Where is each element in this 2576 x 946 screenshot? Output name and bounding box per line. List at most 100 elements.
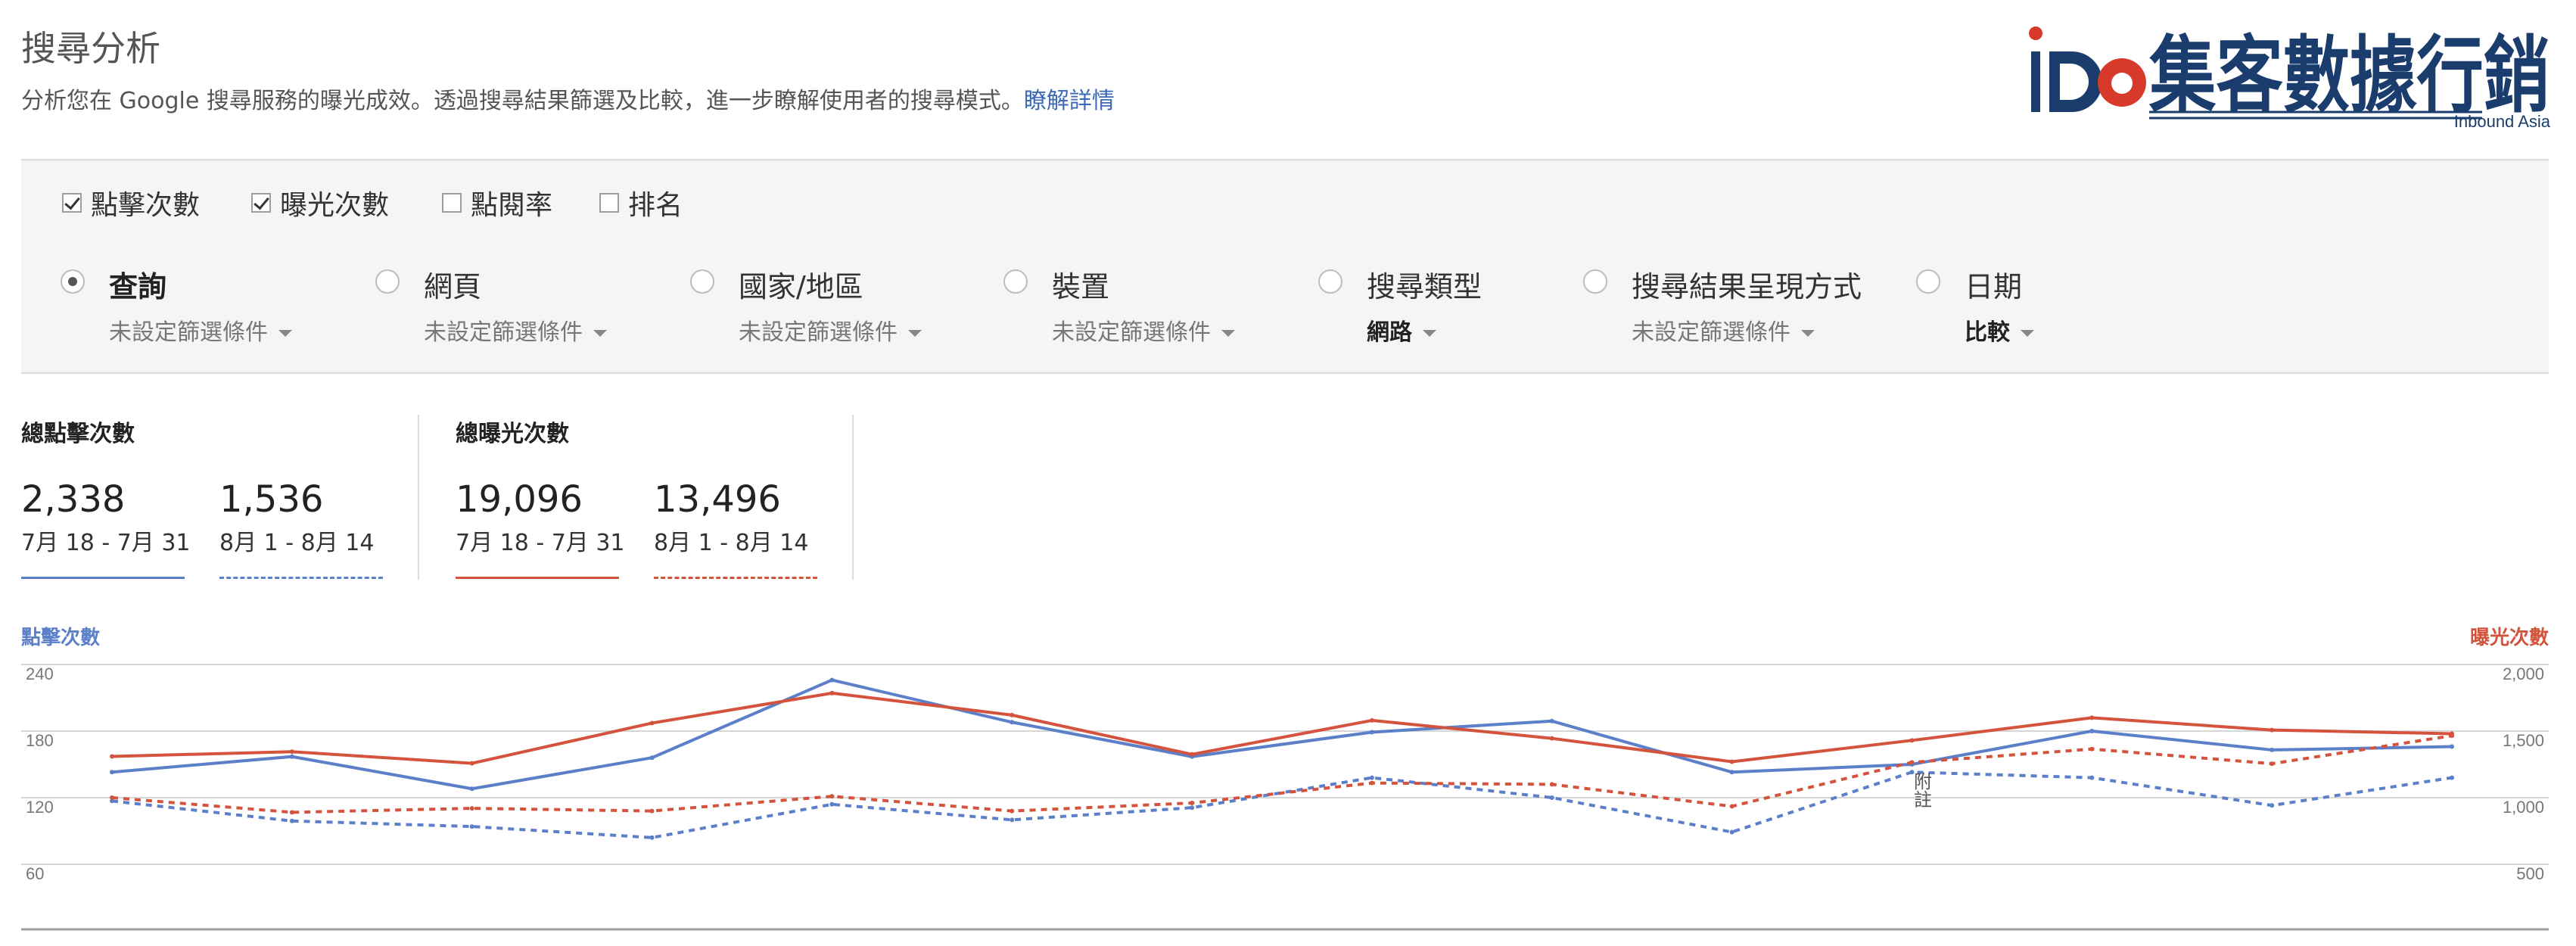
impressions-data-point[interactable] <box>1369 780 1374 786</box>
left-axis-tick: 180 <box>26 731 54 750</box>
caret-down-icon <box>1801 330 1815 337</box>
clicks-data-point[interactable] <box>649 755 655 761</box>
left-axis-tick: 120 <box>26 798 54 817</box>
dimension-label: 國家/地區 <box>739 270 863 303</box>
impressions-data-point[interactable] <box>469 806 474 811</box>
left-axis-title: 點擊次數 <box>21 627 101 649</box>
impressions-data-point[interactable] <box>2270 727 2275 733</box>
filter-label: 未設定篩選條件 <box>109 319 268 346</box>
total-clicks-card[interactable]: 總點擊次數 <box>21 415 135 448</box>
dimension-filter-dropdown[interactable]: 比較 <box>1965 313 2034 347</box>
total-impressions-card[interactable]: 總曝光次數 <box>456 415 569 448</box>
radio-unselected-icon[interactable] <box>1318 269 1342 294</box>
dimension-filter-dropdown[interactable]: 未設定篩選條件 <box>1052 313 1235 347</box>
impressions-data-point[interactable] <box>2450 733 2454 739</box>
caret-down-icon <box>2021 330 2034 337</box>
impressions-data-point[interactable] <box>829 794 835 799</box>
dimension-filter-dropdown[interactable]: 未設定篩選條件 <box>739 313 922 347</box>
clicks-data-point[interactable] <box>829 801 835 807</box>
clicks-data-point[interactable] <box>829 677 835 683</box>
clicks-data-point[interactable] <box>2089 729 2095 733</box>
metric-ctr-checkbox[interactable]: 點閱率 <box>442 183 552 222</box>
impressions-data-point[interactable] <box>1369 717 1374 723</box>
caret-down-icon <box>593 330 607 337</box>
clicks-data-point[interactable] <box>2089 775 2095 780</box>
clicks-data-point[interactable] <box>2270 803 2275 808</box>
impressions-data-point[interactable] <box>1190 801 1195 806</box>
impressions-data-point[interactable] <box>1909 738 1915 743</box>
radio-unselected-icon[interactable] <box>1003 269 1028 294</box>
clicks-data-point[interactable] <box>1369 775 1374 780</box>
impressions-data-point[interactable] <box>1909 760 1915 765</box>
description-text: 分析您在 Google 搜尋服務的曝光成效。透過搜尋結果篩選及比較，進一步瞭解使… <box>21 88 1024 114</box>
radio-unselected-icon[interactable] <box>1583 269 1607 294</box>
dimension-label: 查詢 <box>109 270 167 303</box>
impressions-data-point[interactable] <box>289 810 294 815</box>
radio-unselected-icon[interactable] <box>690 269 714 294</box>
metric-impressions-checkbox[interactable]: 曝光次數 <box>251 183 389 222</box>
clicks-data-point[interactable] <box>289 754 294 759</box>
clicks-data-point[interactable] <box>469 824 474 829</box>
impressions-data-point[interactable] <box>110 795 114 800</box>
clicks-data-point[interactable] <box>1190 805 1195 811</box>
clicks-data-point[interactable] <box>2270 747 2275 752</box>
dimension-filter-dropdown[interactable]: 網路 <box>1367 313 1436 347</box>
totals-divider <box>852 415 854 580</box>
impressions-data-point[interactable] <box>1190 752 1195 757</box>
impressions-data-point[interactable] <box>469 761 474 766</box>
impressions-data-point[interactable] <box>2089 715 2095 720</box>
clicks-data-point[interactable] <box>289 818 294 823</box>
radio-selected-icon[interactable] <box>61 269 85 294</box>
total-impressions-range-previous: 8月 1 - 8月 14 <box>654 530 809 556</box>
dimension-label: 搜尋結果呈現方式 <box>1632 270 1862 303</box>
clicks-data-point[interactable] <box>1729 829 1734 835</box>
impressions-data-point[interactable] <box>1549 736 1554 741</box>
metric-label: 點閱率 <box>471 190 553 221</box>
clicks-data-point[interactable] <box>2450 744 2454 749</box>
metric-clicks-checkbox[interactable]: 點擊次數 <box>62 183 200 222</box>
clicks-data-point[interactable] <box>469 786 474 792</box>
chart-annotation[interactable]: 附註 <box>1910 772 1931 808</box>
impressions-data-point[interactable] <box>829 690 835 695</box>
dimension-filter-dropdown[interactable]: 未設定篩選條件 <box>109 313 292 347</box>
learn-more-link[interactable]: 瞭解詳情 <box>1024 88 1115 114</box>
clicks-data-point[interactable] <box>110 770 114 775</box>
clicks-data-point[interactable] <box>1729 770 1734 775</box>
dimension-filter-dropdown[interactable]: 未設定篩選條件 <box>1632 313 1815 347</box>
clicks-data-point[interactable] <box>1549 718 1554 724</box>
radio-unselected-icon[interactable] <box>1916 269 1940 294</box>
impressions-data-point[interactable] <box>110 754 114 759</box>
clicks-data-point[interactable] <box>1010 720 1015 725</box>
metric-label: 點擊次數 <box>91 190 201 221</box>
clicks-previous-series-line[interactable] <box>111 770 2453 839</box>
impressions-previous-series-line[interactable] <box>111 734 2453 814</box>
dimension-filter-dropdown[interactable]: 未設定篩選條件 <box>424 313 607 347</box>
impressions-data-point[interactable] <box>2089 746 2095 752</box>
clicks-current-series-line[interactable] <box>111 678 2453 791</box>
clicks-data-point[interactable] <box>1369 730 1374 735</box>
impressions-data-point[interactable] <box>649 808 655 814</box>
impressions-data-point[interactable] <box>649 720 655 726</box>
clicks-data-point[interactable] <box>1549 795 1554 800</box>
impressions-data-point[interactable] <box>2270 761 2275 767</box>
metric-position-checkbox[interactable]: 排名 <box>599 183 683 222</box>
impressions-current-series-line[interactable] <box>111 691 2453 765</box>
impressions-data-point[interactable] <box>1010 808 1015 814</box>
clicks-data-point[interactable] <box>649 835 655 840</box>
checkbox-checked-icon[interactable] <box>62 193 82 213</box>
filter-label: 未設定篩選條件 <box>424 319 583 346</box>
impressions-data-point[interactable] <box>1729 759 1734 764</box>
checkbox-unchecked-icon[interactable] <box>599 193 619 213</box>
radio-unselected-icon[interactable] <box>375 269 400 294</box>
checkbox-unchecked-icon[interactable] <box>442 193 462 213</box>
impressions-data-point[interactable] <box>1729 804 1734 809</box>
checkbox-checked-icon[interactable] <box>251 193 271 213</box>
impressions-data-point[interactable] <box>1549 782 1554 787</box>
clicks-data-point[interactable] <box>2450 775 2454 780</box>
logo-tagline: Inbound Asia <box>2454 112 2551 130</box>
impressions-data-point[interactable] <box>289 749 294 755</box>
clicks-data-point[interactable] <box>1010 817 1015 823</box>
filter-label: 比較 <box>1965 319 2010 346</box>
impressions-data-point[interactable] <box>1010 712 1015 717</box>
search-performance-chart[interactable]: 60 500 120 1,000 180 1,500 240 2,000 附註 <box>0 651 2576 946</box>
